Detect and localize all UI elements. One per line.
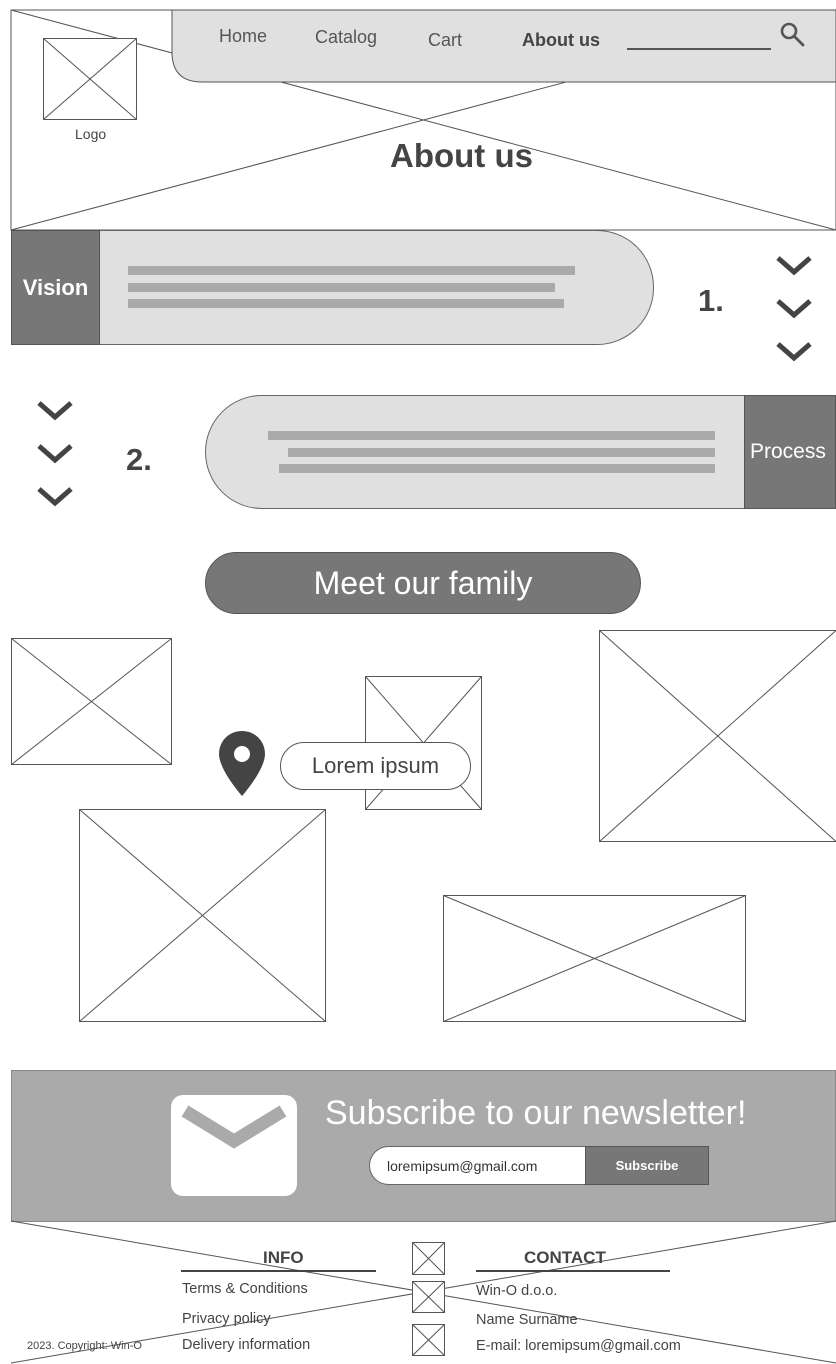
search-icon[interactable] — [780, 22, 806, 48]
chevron-down-icon — [776, 342, 812, 362]
vision-text-line — [128, 266, 575, 275]
chevron-down-icon — [776, 256, 812, 276]
footer-company: Win-O d.o.o. — [476, 1283, 558, 1299]
nav-about-us[interactable]: About us — [522, 30, 600, 51]
process-text-line — [279, 464, 715, 473]
newsletter-title: Subscribe to our newsletter! — [325, 1094, 747, 1132]
chevron-down-icon — [37, 444, 73, 464]
footer-info-heading: INFO — [263, 1248, 304, 1267]
chevron-down-icon — [37, 401, 73, 421]
family-photo-3[interactable] — [599, 630, 836, 842]
process-number: 2. — [126, 442, 152, 477]
search-input[interactable] — [627, 48, 771, 50]
footer-contact-email[interactable]: E-mail: loremipsum@gmail.com — [476, 1338, 681, 1354]
vision-text-line — [128, 299, 564, 308]
family-photo-4[interactable] — [79, 809, 326, 1022]
meet-our-family-button[interactable]: Meet our family — [205, 552, 641, 614]
footer-link-privacy[interactable]: Privacy policy — [182, 1311, 271, 1327]
social-icon-3[interactable] — [412, 1324, 445, 1356]
envelope-icon — [171, 1095, 297, 1196]
logo-label: Logo — [75, 126, 107, 142]
process-text-line — [288, 448, 715, 457]
subscribe-button[interactable]: Subscribe — [585, 1146, 709, 1185]
chevrons-group-1 — [776, 256, 812, 362]
family-photo-5[interactable] — [443, 895, 746, 1022]
social-icon-1[interactable] — [412, 1242, 445, 1275]
newsletter-email-input[interactable]: loremipsum@gmail.com — [369, 1146, 587, 1185]
footer-info-divider — [181, 1270, 376, 1272]
family-photo-1[interactable] — [11, 638, 172, 765]
process-label: Process — [744, 395, 836, 509]
chevrons-group-2 — [37, 401, 73, 507]
footer-contact-heading: CONTACT — [524, 1248, 606, 1267]
footer-contact-name: Name Surname — [476, 1312, 578, 1328]
footer-link-delivery[interactable]: Delivery information — [182, 1337, 310, 1353]
logo-image[interactable] — [43, 38, 137, 120]
map-pin-icon[interactable] — [218, 730, 266, 798]
process-text-line — [268, 431, 715, 440]
copyright-text: 2023. Copyright: Win-O — [27, 1340, 142, 1352]
nav-cart[interactable]: Cart — [428, 30, 462, 51]
location-label: Lorem ipsum — [280, 742, 471, 790]
footer-contact-divider — [476, 1270, 670, 1272]
vision-number: 1. — [698, 283, 724, 318]
vision-label: Vision — [11, 230, 100, 345]
social-icon-2[interactable] — [412, 1281, 445, 1313]
footer-link-terms[interactable]: Terms & Conditions — [182, 1281, 308, 1297]
nav-home[interactable]: Home — [219, 26, 267, 47]
nav-catalog[interactable]: Catalog — [315, 27, 377, 48]
page-title: About us — [390, 137, 533, 174]
chevron-down-icon — [37, 487, 73, 507]
vision-text-line — [128, 283, 555, 292]
chevron-down-icon — [776, 299, 812, 319]
